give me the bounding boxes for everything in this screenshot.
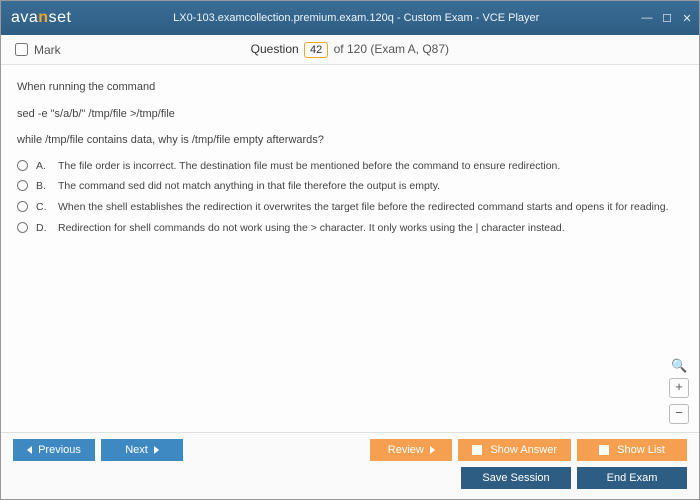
end-exam-button[interactable]: End Exam	[577, 467, 687, 489]
question-text: When running the command sed -e "s/a/b/"…	[17, 79, 683, 149]
mark-checkbox-wrap[interactable]: Mark	[15, 43, 61, 57]
question-number: 42	[304, 42, 328, 58]
mark-label: Mark	[34, 43, 61, 57]
show-list-button[interactable]: Show List	[577, 439, 687, 461]
answer-text: When the shell establishes the redirecti…	[58, 200, 669, 216]
minimize-icon[interactable]: —	[641, 12, 653, 25]
question-line-1: When running the command	[17, 79, 683, 96]
answer-radio[interactable]	[17, 222, 28, 233]
answer-text: Redirection for shell commands do not wo…	[58, 221, 565, 237]
checkbox-icon	[472, 445, 482, 455]
answer-radio[interactable]	[17, 180, 28, 191]
review-label: Review	[388, 444, 424, 456]
answer-option[interactable]: D. Redirection for shell commands do not…	[17, 221, 683, 237]
window-controls: — ☐ ✕	[641, 12, 693, 25]
logo-text-accent: n	[38, 9, 48, 26]
question-line-3: while /tmp/file contains data, why is /t…	[17, 132, 683, 149]
show-list-label: Show List	[617, 444, 665, 456]
zoom-in-button[interactable]: +	[669, 378, 689, 398]
footer: Previous Next Review Show Answer Show Li…	[1, 432, 699, 499]
question-position: Question 42 of 120 (Exam A, Q87)	[61, 42, 639, 58]
answer-letter: C.	[36, 200, 50, 216]
answer-letter: D.	[36, 221, 50, 237]
checkbox-icon	[599, 445, 609, 455]
maximize-icon[interactable]: ☐	[661, 12, 673, 25]
footer-row-1: Previous Next Review Show Answer Show Li…	[13, 439, 687, 461]
next-label: Next	[125, 444, 148, 456]
review-button[interactable]: Review	[370, 439, 452, 461]
logo-text-suffix: set	[49, 9, 72, 26]
content-area: When running the command sed -e "s/a/b/"…	[1, 65, 699, 432]
question-word: Question	[251, 42, 299, 56]
title-bar: avanset LX0-103.examcollection.premium.e…	[1, 1, 699, 35]
window-title: LX0-103.examcollection.premium.exam.120q…	[71, 12, 641, 24]
show-answer-button[interactable]: Show Answer	[458, 439, 571, 461]
footer-row-2: Save Session End Exam	[13, 467, 687, 489]
answer-radio[interactable]	[17, 201, 28, 212]
zoom-controls: 🔍 + −	[669, 356, 689, 424]
previous-label: Previous	[38, 444, 81, 456]
show-answer-label: Show Answer	[490, 444, 557, 456]
answer-text: The file order is incorrect. The destina…	[58, 159, 560, 175]
answer-option[interactable]: C. When the shell establishes the redire…	[17, 200, 683, 216]
app-window: avanset LX0-103.examcollection.premium.e…	[0, 0, 700, 500]
answer-option[interactable]: B. The command sed did not match anythin…	[17, 179, 683, 195]
question-of-text: of 120 (Exam A, Q87)	[334, 42, 449, 56]
logo-text-prefix: ava	[11, 9, 38, 26]
answer-letter: A.	[36, 159, 50, 175]
answer-option[interactable]: A. The file order is incorrect. The dest…	[17, 159, 683, 175]
previous-button[interactable]: Previous	[13, 439, 95, 461]
app-logo: avanset	[11, 9, 71, 27]
magnifier-icon[interactable]: 🔍	[671, 356, 687, 372]
question-line-2: sed -e "s/a/b/" /tmp/file >/tmp/file	[17, 106, 683, 123]
save-session-button[interactable]: Save Session	[461, 467, 571, 489]
close-icon[interactable]: ✕	[681, 12, 693, 25]
mark-checkbox[interactable]	[15, 43, 28, 56]
answer-radio[interactable]	[17, 160, 28, 171]
answers-list: A. The file order is incorrect. The dest…	[17, 159, 683, 237]
zoom-out-button[interactable]: −	[669, 404, 689, 424]
answer-text: The command sed did not match anything i…	[58, 179, 440, 195]
question-header: Mark Question 42 of 120 (Exam A, Q87)	[1, 35, 699, 65]
answer-letter: B.	[36, 179, 50, 195]
next-button[interactable]: Next	[101, 439, 183, 461]
